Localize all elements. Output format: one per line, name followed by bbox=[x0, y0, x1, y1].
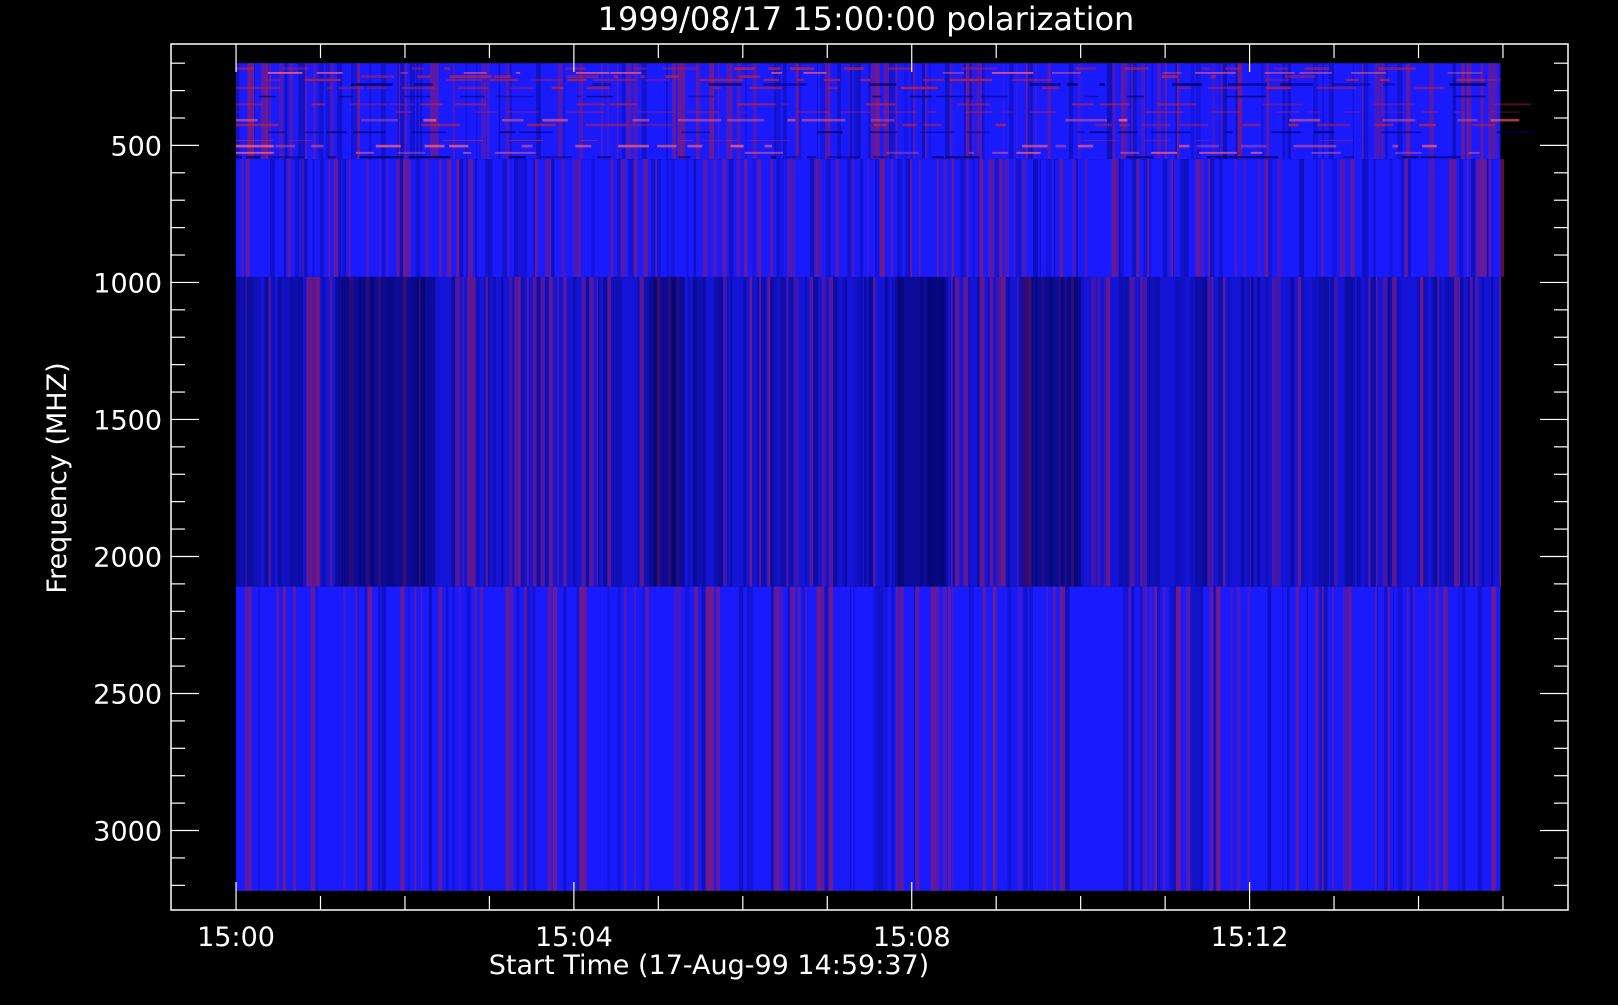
spectrogram-chart: 1999/08/17 15:00:00 polarization 500 1000… bbox=[42, 0, 1569, 981]
heatmap-layer bbox=[236, 63, 1535, 891]
y-tick-label: 1500 bbox=[93, 405, 162, 436]
chart-title: 1999/08/17 15:00:00 polarization bbox=[598, 0, 1135, 38]
y-tick-label: 500 bbox=[110, 131, 162, 162]
x-tick-label: 15:04 bbox=[535, 922, 613, 953]
frequency-band bbox=[236, 159, 1505, 277]
y-tick-label: 2000 bbox=[93, 542, 162, 573]
x-tick-label: 15:00 bbox=[197, 922, 275, 953]
frequency-band bbox=[236, 63, 1535, 160]
y-tick-label: 2500 bbox=[93, 680, 162, 711]
frequency-band bbox=[236, 276, 1502, 587]
x-tick-label: 15:12 bbox=[1211, 922, 1289, 953]
frequency-band bbox=[236, 586, 1501, 891]
x-axis-label: Start Time (17-Aug-99 14:59:37) bbox=[489, 950, 929, 981]
chart-area: 1999/08/17 15:00:00 polarization 500 1000… bbox=[0, 0, 1618, 1000]
x-tick-label: 15:08 bbox=[873, 922, 951, 953]
y-tick-label: 3000 bbox=[93, 817, 162, 848]
y-tick-label: 1000 bbox=[93, 268, 162, 299]
y-axis-label: Frequency (MHZ) bbox=[42, 362, 73, 593]
